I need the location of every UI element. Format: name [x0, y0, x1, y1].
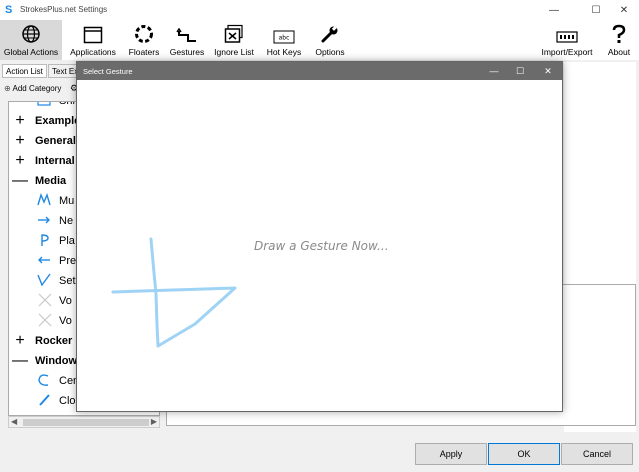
tree-action-label: Mu [59, 195, 75, 207]
strokesplus-logo-icon: S [5, 4, 13, 16]
tool-gestures[interactable]: Gestures [168, 20, 206, 60]
collapse-icon[interactable]: — [11, 172, 29, 190]
keyboard-icon: abc [273, 20, 295, 44]
svg-text:abc: abc [279, 35, 290, 42]
expand-icon[interactable]: + [11, 152, 29, 170]
tool-floaters[interactable]: Floaters [124, 20, 164, 60]
tool-label: Floaters [128, 47, 160, 57]
tree-action[interactable]: Mu [9, 191, 74, 211]
expand-icon[interactable]: + [11, 112, 29, 130]
right-arrow-icon [37, 215, 55, 228]
collapse-icon[interactable]: — [11, 352, 29, 370]
tree-action[interactable]: Pla [9, 231, 75, 251]
tree-action[interactable]: Sni [9, 101, 75, 111]
tool-label: Options [315, 47, 345, 57]
globe-icon [21, 20, 41, 44]
gesture-arrow-icon [176, 20, 198, 44]
tool-import-export[interactable]: Import/Export [538, 20, 596, 60]
tree-action[interactable]: Vo [9, 311, 72, 331]
import-export-icon [556, 20, 578, 44]
tool-label: Hot Keys [266, 47, 302, 57]
main-toolbar: Global Actions Applications Floaters Ges… [0, 20, 639, 60]
expand-icon[interactable]: + [11, 132, 29, 150]
tree-category-label: Window [35, 355, 78, 367]
tool-label: Global Actions [3, 47, 59, 57]
tool-label: Ignore List [214, 47, 254, 57]
tool-label: Applications [70, 47, 116, 57]
tree-category[interactable]: + Internal [9, 151, 75, 171]
scroll-left-arrow-icon[interactable]: ◀ [11, 417, 17, 426]
scrollbar-thumb[interactable] [23, 419, 149, 426]
tool-about[interactable]: About [602, 20, 636, 60]
tree-action[interactable]: Vo [9, 291, 72, 311]
tree-category-label: General [35, 135, 76, 147]
tree-category[interactable]: + General [9, 131, 76, 151]
tree-action[interactable]: Set [9, 271, 76, 291]
tree-action-label: Pre [59, 255, 77, 267]
tree-category-label: Example [35, 115, 81, 127]
tree-category-label: Media [35, 175, 67, 187]
tool-global-actions[interactable]: Global Actions [0, 20, 62, 60]
m-gesture-icon [37, 192, 55, 210]
wrench-icon [320, 20, 340, 44]
tree-category-label: Internal [35, 155, 75, 167]
dashed-circle-icon [134, 20, 154, 44]
tool-label: Import/Export [541, 47, 593, 57]
c-gesture-icon [37, 373, 55, 390]
tree-action-label: Vo [59, 315, 72, 327]
tree-action-label: Sni [59, 101, 75, 107]
p-gesture-icon [37, 233, 55, 250]
tool-hot-keys[interactable]: abc Hot Keys [264, 20, 304, 60]
maximize-button[interactable]: ☐ [582, 0, 610, 20]
tab-text-expansion[interactable]: Text Ex [48, 64, 78, 78]
tool-ignore-list[interactable]: Ignore List [212, 20, 256, 60]
v-gesture-icon [37, 273, 55, 290]
minimize-button[interactable]: — [540, 0, 568, 20]
snip-icon [37, 102, 55, 109]
x-icon [37, 292, 55, 311]
ignore-window-icon [224, 20, 244, 44]
tree-action[interactable]: Pre [9, 251, 76, 271]
tree-category[interactable]: + Example [9, 111, 80, 131]
tree-category[interactable]: + Rocker [9, 331, 72, 351]
add-category-label: Add Category [12, 84, 62, 93]
tree-action-label: Ne [59, 215, 74, 227]
tool-options[interactable]: Options [312, 20, 348, 60]
tab-action-list[interactable]: Action List [2, 64, 47, 78]
add-category-icon: ⊕ [4, 84, 11, 93]
tree-category[interactable]: — Window [9, 351, 77, 371]
tree-category[interactable]: — Media [9, 171, 66, 191]
scroll-right-arrow-icon[interactable]: ▶ [151, 417, 157, 426]
cancel-button[interactable]: Cancel [561, 443, 633, 465]
expand-icon[interactable]: + [11, 332, 29, 350]
tree-action[interactable]: Cen [9, 371, 79, 391]
tool-applications[interactable]: Applications [66, 20, 120, 60]
window-title: StrokesPlus.net Settings [20, 5, 108, 14]
horizontal-scrollbar[interactable]: ◀ ▶ [8, 416, 160, 428]
title-bar: S StrokesPlus.net Settings — ☐ ✕ [0, 0, 639, 20]
tree-action-label: Vo [59, 295, 72, 307]
drawn-gesture-stroke [111, 237, 237, 348]
window-icon [83, 20, 103, 44]
tool-label: Gestures [169, 47, 205, 57]
apply-button[interactable]: Apply [415, 443, 487, 465]
ok-button[interactable]: OK [488, 443, 560, 465]
tree-category-label: Rocker [35, 335, 73, 347]
tree-action-label: Pla [59, 235, 75, 247]
add-category-button[interactable]: ⊕ Add Category [4, 84, 61, 93]
question-icon [610, 20, 628, 44]
slash-gesture-icon [37, 393, 55, 410]
tree-action[interactable]: Ne [9, 211, 73, 231]
select-gesture-dialog[interactable]: Select Gesture — ☐ ✕ Draw a Gesture Now.… [76, 61, 563, 412]
close-button[interactable]: ✕ [610, 0, 638, 20]
left-arrow-icon [37, 255, 55, 268]
tree-action-label: Set [59, 275, 76, 287]
tool-label: About [607, 47, 631, 57]
x-icon [37, 312, 55, 331]
